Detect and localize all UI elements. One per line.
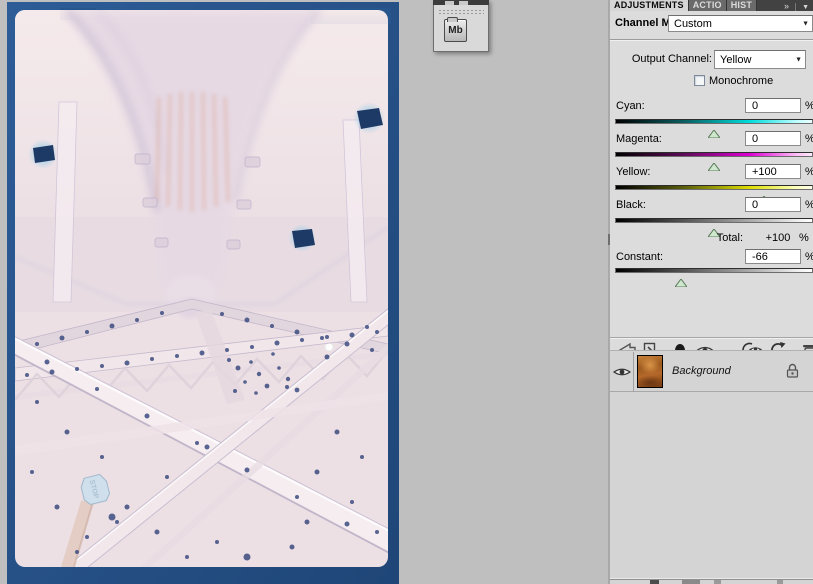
chevron-down-icon: ▼ (795, 56, 802, 63)
layers-toolbar-cut-icon[interactable] (682, 580, 700, 584)
cyan-value-input[interactable] (745, 98, 801, 113)
layer-visibility-toggle[interactable] (610, 352, 634, 392)
black-slider-handle[interactable] (708, 224, 720, 232)
panel-header-icon[interactable] (445, 1, 454, 5)
monochrome-checkbox[interactable] (694, 75, 705, 86)
eye-icon (613, 365, 631, 379)
yellow-unit: % (805, 166, 813, 178)
divider (610, 39, 813, 40)
magenta-value-input[interactable] (745, 131, 801, 146)
cyan-slider-handle[interactable] (708, 125, 720, 133)
cyan-unit: % (805, 100, 813, 112)
layers-toolbar-cut-icon[interactable] (714, 580, 721, 584)
layers-toolbar-cut-icon[interactable] (650, 580, 659, 584)
output-channel-value: Yellow (720, 54, 751, 66)
panel-dock: ADJUSTMENTS ACTIO HIST » ▼ Channel Mixer… (610, 0, 813, 584)
panel-header-bar (433, 0, 489, 5)
preset-dropdown[interactable]: Custom ▼ (668, 15, 813, 32)
black-slider-track[interactable] (615, 218, 813, 223)
panel-header-icon[interactable] (459, 1, 468, 5)
cyan-label: Cyan: (616, 100, 645, 112)
magenta-unit: % (805, 133, 813, 145)
constant-slider-handle[interactable] (675, 274, 687, 282)
layer-name: Background (672, 365, 731, 377)
tab-adjustments[interactable]: ADJUSTMENTS (610, 0, 689, 11)
divider (795, 3, 796, 11)
preset-value: Custom (674, 18, 712, 30)
chevron-down-icon: ▼ (802, 20, 809, 27)
output-channel-label: Output Channel: (610, 53, 712, 65)
minibridge-button[interactable]: Mb (444, 19, 467, 42)
black-unit: % (805, 199, 813, 211)
magenta-slider-handle[interactable] (708, 158, 720, 166)
total-unit: % (799, 232, 809, 244)
tab-history[interactable]: HIST (727, 0, 757, 11)
constant-label: Constant: (616, 251, 663, 263)
lock-icon (786, 363, 799, 383)
monochrome-label: Monochrome (709, 75, 773, 87)
black-value-input[interactable] (745, 197, 801, 212)
collapse-panels-icon[interactable]: » (784, 1, 789, 11)
magenta-slider-track[interactable] (615, 152, 813, 157)
black-label: Black: (616, 199, 646, 211)
yellow-value-input[interactable] (745, 164, 801, 179)
constant-unit: % (805, 251, 813, 263)
document-canvas[interactable]: STOP (7, 2, 399, 584)
output-channel-dropdown[interactable]: Yellow ▼ (714, 50, 806, 69)
layer-row-background[interactable]: Background (610, 352, 813, 392)
layer-thumbnail[interactable] (637, 355, 663, 388)
panel-tab-bar: ADJUSTMENTS ACTIO HIST » ▼ (610, 0, 813, 11)
total-value: +100 (760, 232, 796, 244)
panel-grip-dots[interactable] (438, 9, 484, 15)
total-label: Total: (610, 232, 743, 244)
layers-panel: Background (610, 350, 813, 584)
negative-photo-image: STOP (7, 2, 399, 584)
tab-actions[interactable]: ACTIO (689, 0, 727, 11)
panel-menu-icon[interactable]: ▼ (802, 4, 809, 11)
yellow-label: Yellow: (616, 166, 650, 178)
magenta-label: Magenta: (616, 133, 662, 145)
minibridge-collapsed-panel: Mb (433, 0, 489, 52)
constant-value-input[interactable] (745, 249, 801, 264)
constant-slider-track[interactable] (615, 268, 813, 273)
adjustments-panel: Channel Mixer Custom ▼ Output Channel: Y… (610, 11, 813, 350)
layers-toolbar-cut-icon[interactable] (777, 580, 783, 584)
yellow-slider-track[interactable] (615, 185, 813, 190)
cyan-slider-track[interactable] (615, 119, 813, 124)
photoshop-window: STOP (0, 0, 813, 584)
